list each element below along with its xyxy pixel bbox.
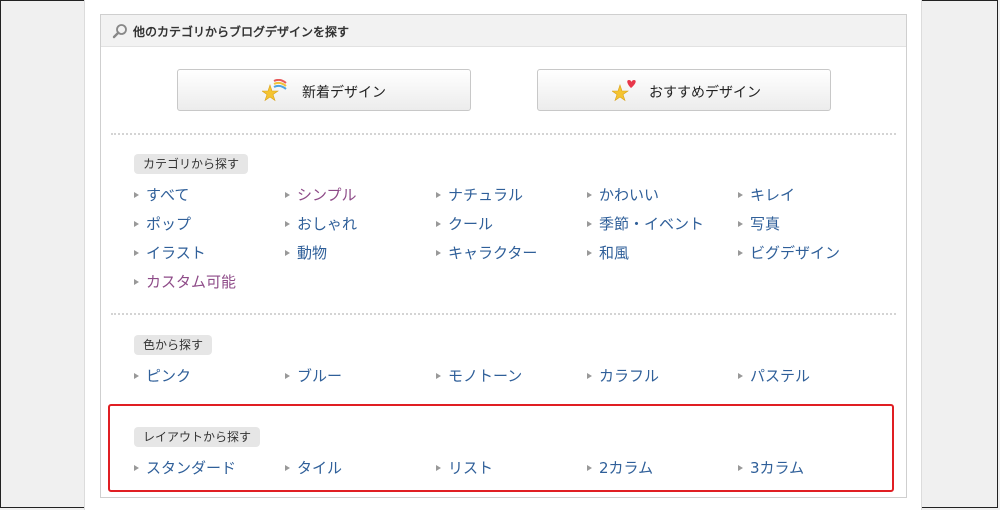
section-divider xyxy=(111,133,896,135)
recommended-designs-button[interactable]: おすすめデザイン xyxy=(537,69,831,111)
panel-header: 他のカテゴリからブログデザインを探す xyxy=(101,15,906,47)
category-link-stylish[interactable]: おしゃれ xyxy=(285,214,436,243)
category-link-character[interactable]: キャラクター xyxy=(436,243,587,272)
category-link-illustration[interactable]: イラスト xyxy=(134,243,285,272)
category-link-natural[interactable]: ナチュラル xyxy=(436,185,587,214)
search-icon xyxy=(112,24,127,39)
panel-title: 他のカテゴリからブログデザインを探す xyxy=(133,25,350,39)
section-divider xyxy=(111,313,896,315)
category-link-photo[interactable]: 写真 xyxy=(738,214,889,243)
category-link-customizable[interactable]: カスタム可能 xyxy=(134,272,285,301)
color-link-blue[interactable]: ブルー xyxy=(285,366,436,395)
category-section-tag: カテゴリから探す xyxy=(134,154,249,174)
category-link-cute[interactable]: かわいい xyxy=(587,185,738,214)
star-heart-icon xyxy=(612,80,636,102)
category-link-pretty[interactable]: キレイ xyxy=(738,185,889,214)
category-link-simple[interactable]: シンプル xyxy=(285,185,436,214)
category-link-seasonal[interactable]: 季節・イベント xyxy=(587,214,738,243)
color-link-monotone[interactable]: モノトーン xyxy=(436,366,587,395)
category-link-japanese[interactable]: 和風 xyxy=(587,243,738,272)
category-link-big-design[interactable]: ビグデザイン xyxy=(738,243,889,272)
recommended-designs-label: おすすめデザイン xyxy=(649,85,761,101)
category-link-cool[interactable]: クール xyxy=(436,214,587,243)
category-link-pop[interactable]: ポップ xyxy=(134,214,285,243)
color-link-colorful[interactable]: カラフル xyxy=(587,366,738,395)
color-links: ピンク ブルー モノトーン カラフル パステル xyxy=(134,366,894,395)
category-links: すべて シンプル ナチュラル かわいい キレイ ポップ おしゃれ クール 季節・… xyxy=(134,185,894,301)
category-link-animal[interactable]: 動物 xyxy=(285,243,436,272)
color-link-pastel[interactable]: パステル xyxy=(738,366,889,395)
star-rainbow-icon xyxy=(262,79,287,102)
new-designs-button[interactable]: 新着デザイン xyxy=(177,69,471,111)
layout-section-highlight xyxy=(108,404,894,492)
color-section-tag: 色から探す xyxy=(134,335,213,355)
color-link-pink[interactable]: ピンク xyxy=(134,366,285,395)
category-link-all[interactable]: すべて xyxy=(134,185,285,214)
new-designs-label: 新着デザイン xyxy=(302,85,386,101)
